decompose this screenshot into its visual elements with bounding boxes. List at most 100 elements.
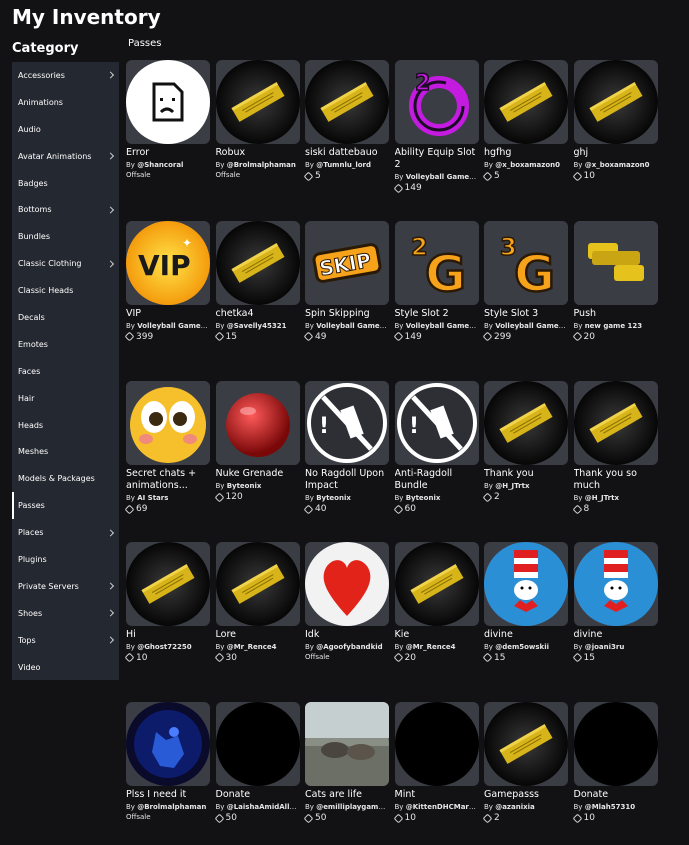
ticket-icon[interactable] [484,702,568,786]
item-name[interactable]: Style Slot 3 [484,308,568,320]
item-name[interactable]: Error [126,147,210,159]
creator-name[interactable]: Byteonix [227,482,262,490]
sidebar-item-avatar-animations[interactable]: Avatar Animations [12,143,119,170]
creator-name[interactable]: AI Stars [137,494,168,502]
item-card[interactable]: siski dattebauo By @Tumnlu_lord 5 [303,60,389,181]
item-card[interactable]: Lore By @Mr_Rence4 30 [214,541,300,663]
black-circle-icon[interactable] [573,702,658,786]
item-name[interactable]: Style Slot 2 [395,308,479,320]
item-card[interactable]: Mint By @KittenDHCMark... 10 [393,702,479,823]
item-name[interactable]: Push [574,308,658,320]
sidebar-item-meshes[interactable]: Meshes [12,438,119,465]
item-card[interactable]: Secret chats + animations... By AI Stars 6… [124,381,210,514]
style-slot-3-icon[interactable]: G3 [484,220,568,305]
ticket-icon[interactable] [484,381,568,465]
item-card[interactable]: 2 Ability Equip Slot 2 By Volleyball Game … [393,60,479,193]
sidebar-item-hair[interactable]: Hair [12,385,119,412]
creator-name[interactable]: Byteonix [316,494,351,502]
creator-name[interactable]: @x_boxamazon0 [585,161,650,169]
emoji-face-icon[interactable] [126,381,210,465]
item-card[interactable]: divine By @dem5owskii 15 [482,541,568,663]
sidebar-item-decals[interactable]: Decals [12,304,119,331]
sidebar-item-audio[interactable]: Audio [12,116,119,143]
creator-name[interactable]: @Shancoral [137,161,183,169]
sidebar-item-heads[interactable]: Heads [12,412,119,439]
item-name[interactable]: chetka4 [216,308,300,320]
ticket-icon[interactable] [126,541,210,626]
creator-name[interactable]: @KittenDHCMark... [406,803,479,811]
sidebar-item-emotes[interactable]: Emotes [12,331,119,358]
item-card[interactable]: Nuke Grenade By Byteonix 120 [214,381,300,502]
creator-name[interactable]: @H_JTrtx [585,494,619,502]
creator-name[interactable]: Byteonix [406,494,441,502]
item-name[interactable]: ghj [574,147,658,159]
sidebar-item-badges[interactable]: Badges [12,170,119,197]
item-card[interactable]: Push By new game 123 20 [572,220,658,342]
creator-name[interactable]: Volleyball Game ... [316,322,389,330]
item-name[interactable]: siski dattebauo [305,147,389,159]
ticket-icon[interactable] [573,60,658,144]
sidebar-item-bundles[interactable]: Bundles [12,223,119,250]
push-icon[interactable] [573,220,658,305]
black-circle-icon[interactable] [394,702,479,786]
ticket-icon[interactable] [215,541,300,626]
sidebar-item-tops[interactable]: Tops [12,627,119,654]
item-name[interactable]: Robux [216,147,300,159]
item-name[interactable]: Nuke Grenade [216,468,300,480]
item-card[interactable]: Plss I need it By @Brolmalphaman Offsale [126,702,210,821]
creator-name[interactable]: @LaishaAmidAllH... [227,803,300,811]
creator-name[interactable]: @Mlah57310 [585,803,635,811]
item-card[interactable]: Thank you so much By @H_JTrtx 8 [572,381,658,514]
item-card[interactable]: Donate By @LaishaAmidAllH... 50 [214,702,300,823]
sidebar-item-models-packages[interactable]: Models & Packages [12,465,119,492]
ticket-icon[interactable] [394,541,479,626]
creator-name[interactable]: @Agoofybandkid [316,643,382,651]
item-card[interactable]: Donate By @Mlah57310 10 [572,702,658,823]
creator-name[interactable]: Volleyball Game ... [495,322,568,330]
style-slot-2-icon[interactable]: G2 [394,220,479,305]
item-name[interactable]: Anti-Ragdoll Bundle [395,468,479,492]
item-name[interactable]: Kie [395,629,479,641]
sidebar-item-shoes[interactable]: Shoes [12,600,119,627]
ability-slot-icon[interactable]: 2 [394,60,479,144]
creator-name[interactable]: Volleyball Game ... [406,173,479,181]
sidebar-item-classic-clothing[interactable]: Classic Clothing [12,250,119,277]
item-name[interactable]: Spin Skipping [305,308,389,320]
skip-icon[interactable]: SKIP [305,220,389,305]
item-name[interactable]: VIP [126,308,210,320]
creator-name[interactable]: Volleyball Game ... [137,322,210,330]
cat-hat-icon[interactable] [484,541,568,626]
sidebar-item-accessories[interactable]: Accessories [12,62,119,89]
ticket-icon[interactable] [215,60,300,144]
item-name[interactable]: Ability Equip Slot 2 [395,147,479,171]
creator-name[interactable]: @dem5owskii [495,643,549,651]
item-name[interactable]: Thank you [484,468,568,480]
error-icon[interactable] [126,60,210,144]
ticket-icon[interactable] [484,60,568,144]
sidebar-item-bottoms[interactable]: Bottoms [12,196,119,223]
item-card[interactable]: Thank you By @H_JTrtx 2 [482,381,568,502]
item-card[interactable]: G 3 Style Slot 3 By Volleyball Game ... 299 [482,220,568,342]
creator-name[interactable]: @azanixia [495,803,535,811]
item-card[interactable]: Error By @Shancoral Offsale [126,60,210,179]
creator-name[interactable]: new game 123 [585,322,642,330]
creator-name[interactable]: @x_boxamazon0 [495,161,560,169]
creator-name[interactable]: @emilliplaygamxs... [316,803,389,811]
item-name[interactable]: Cats are life [305,789,389,801]
creator-name[interactable]: @joani3ru [585,643,625,651]
item-card[interactable]: Gamepasss By @azanixia 2 [482,702,568,823]
sidebar-item-animations[interactable]: Animations [12,89,119,116]
heart-ball-icon[interactable] [305,541,389,626]
item-name[interactable]: Lore [216,629,300,641]
ticket-icon[interactable] [305,60,389,144]
item-name[interactable]: Thank you so much [574,468,658,492]
item-card[interactable]: Idk By @Agoofybandkid Offsale [305,541,389,661]
item-card[interactable]: Cats are life By @emilliplaygamxs... 50 [303,702,389,823]
item-card[interactable]: chetka4 By @Savelly45321 15 [214,220,300,342]
item-name[interactable]: divine [574,629,658,641]
ticket-icon[interactable] [215,220,300,305]
creator-name[interactable]: @Mr_Rence4 [406,643,456,651]
cats-photo-icon[interactable] [305,702,389,786]
item-name[interactable]: Donate [574,789,658,801]
no-ragdoll-icon[interactable]: ! [305,381,389,465]
